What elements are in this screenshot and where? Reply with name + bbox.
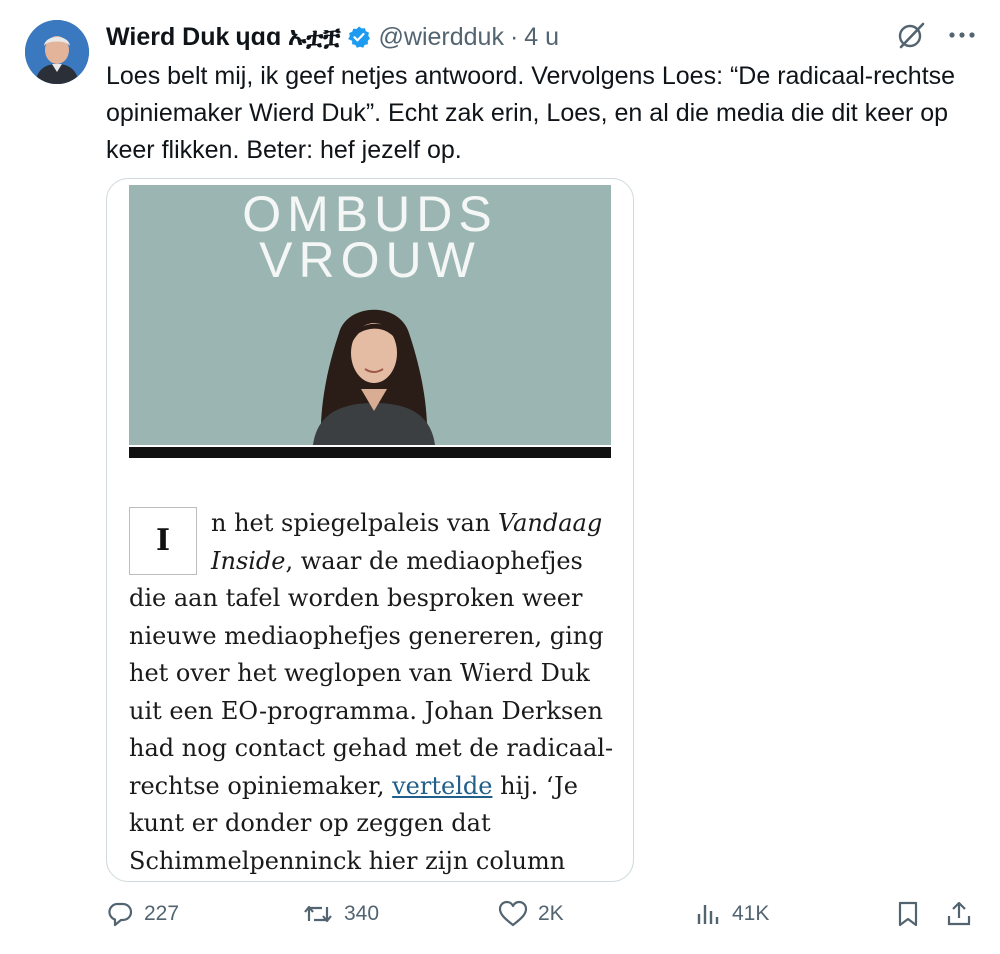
banner-title-line-1: OMBUDS [242, 186, 498, 242]
banner-rule [129, 447, 611, 458]
views-icon [697, 905, 719, 924]
timestamp[interactable]: 4 u [524, 23, 559, 52]
avatar[interactable] [25, 20, 89, 84]
bookmark-icon [898, 901, 918, 927]
grok-icon[interactable] [896, 20, 926, 50]
tweet-text: Loes belt mij, ik geef netjes antwoord. … [106, 58, 976, 169]
reply-count: 227 [144, 902, 180, 925]
article-link: vertelde [392, 771, 493, 800]
repost-button[interactable]: 340 [302, 900, 379, 928]
bookmark-button[interactable] [896, 900, 920, 928]
article-text-part-2: , waar de mediaophefjes die aan tafel wo… [129, 546, 614, 800]
share-button[interactable] [946, 900, 972, 928]
article-text-part-1: n het spiegelpaleis van [211, 509, 498, 537]
attached-image[interactable]: OMBUDS VROUW I n het spiegelpaleis van V… [106, 178, 634, 882]
views-button[interactable]: 41K [696, 900, 769, 928]
author-handle[interactable]: @wierdduk [379, 23, 504, 52]
top-right-actions [896, 20, 976, 50]
like-icon [498, 900, 528, 927]
banner-title-line-2: VROUW [259, 232, 481, 288]
article-text: I n het spiegelpaleis van Vandaag Inside… [129, 505, 614, 881]
like-button[interactable]: 2K [498, 900, 564, 928]
reply-button[interactable]: 227 [106, 900, 179, 928]
views-count: 41K [732, 902, 770, 925]
drop-cap: I [129, 507, 197, 575]
share-icon [947, 901, 971, 926]
banner-title: OMBUDS VROUW [129, 186, 611, 288]
tweet-header: Wierd Duk ɥɑɑ ኡቷቿ @wierdduk · 4 u [106, 20, 559, 54]
author-name-extra[interactable]: ɥɑɑ ኡቷቿ [235, 23, 340, 52]
reply-icon [108, 902, 133, 927]
separator: · [509, 22, 519, 51]
repost-icon [304, 905, 332, 923]
verified-badge-icon[interactable] [347, 25, 371, 49]
author-name[interactable]: Wierd Duk [106, 23, 229, 52]
tweet-actions: 227 340 2K 41K [106, 900, 976, 936]
repost-count: 340 [344, 902, 380, 925]
like-count: 2K [538, 902, 564, 925]
tweet-body: Loes belt mij, ik geef netjes antwoord. … [106, 62, 956, 164]
column-banner: OMBUDS VROUW [129, 185, 611, 445]
portrait-photo [313, 309, 435, 445]
more-icon[interactable] [948, 20, 976, 50]
